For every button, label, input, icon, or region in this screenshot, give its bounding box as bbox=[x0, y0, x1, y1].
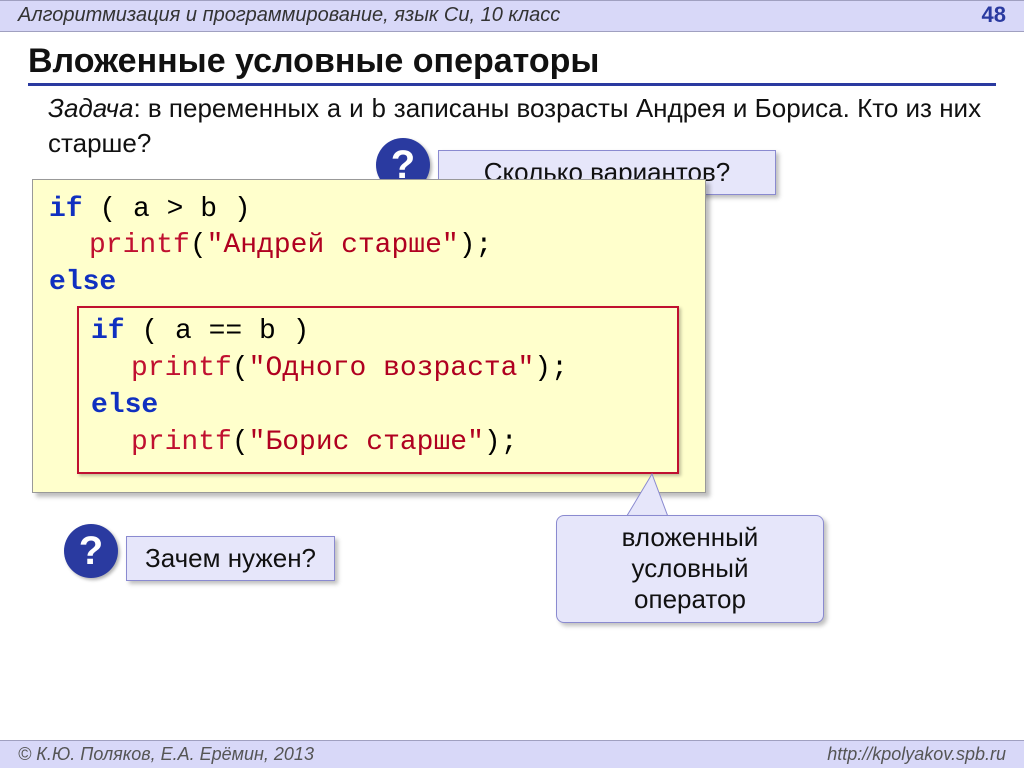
footer-copyright: © К.Ю. Поляков, Е.А. Ерёмин, 2013 bbox=[18, 744, 314, 765]
callout-why-needed: Зачем нужен? bbox=[126, 536, 335, 581]
code-block-inner: if ( a == b ) printf("Одного возраста");… bbox=[77, 306, 679, 474]
task-part2: и bbox=[342, 93, 371, 123]
code-line-3: else bbox=[49, 265, 689, 302]
slide-header: Алгоритмизация и программирование, язык … bbox=[0, 0, 1024, 32]
task-part1: : в переменных bbox=[133, 93, 326, 123]
task-var-b: b bbox=[371, 95, 387, 125]
inner-line-4: printf("Борис старше"); bbox=[91, 425, 665, 462]
code-line-2: printf("Андрей старше"); bbox=[49, 228, 689, 265]
footer-url: http://kpolyakov.spb.ru bbox=[827, 744, 1006, 765]
callout-nested-operator: вложенный условный оператор bbox=[556, 515, 824, 623]
question-mark-icon: ? bbox=[64, 524, 118, 578]
task-label: Задача bbox=[48, 93, 133, 123]
inner-line-3: else bbox=[91, 388, 665, 425]
code-line-1: if ( a > b ) bbox=[49, 192, 689, 229]
course-title: Алгоритмизация и программирование, язык … bbox=[18, 4, 560, 28]
slide-footer: © К.Ю. Поляков, Е.А. Ерёмин, 2013 http:/… bbox=[0, 740, 1024, 768]
page-number: 48 bbox=[982, 2, 1006, 28]
inner-line-1: if ( a == b ) bbox=[91, 314, 665, 351]
code-block-outer: if ( a > b ) printf("Андрей старше"); el… bbox=[32, 179, 706, 494]
inner-line-2: printf("Одного возраста"); bbox=[91, 351, 665, 388]
slide-title: Вложенные условные операторы bbox=[28, 42, 996, 86]
task-var-a: a bbox=[326, 95, 342, 125]
